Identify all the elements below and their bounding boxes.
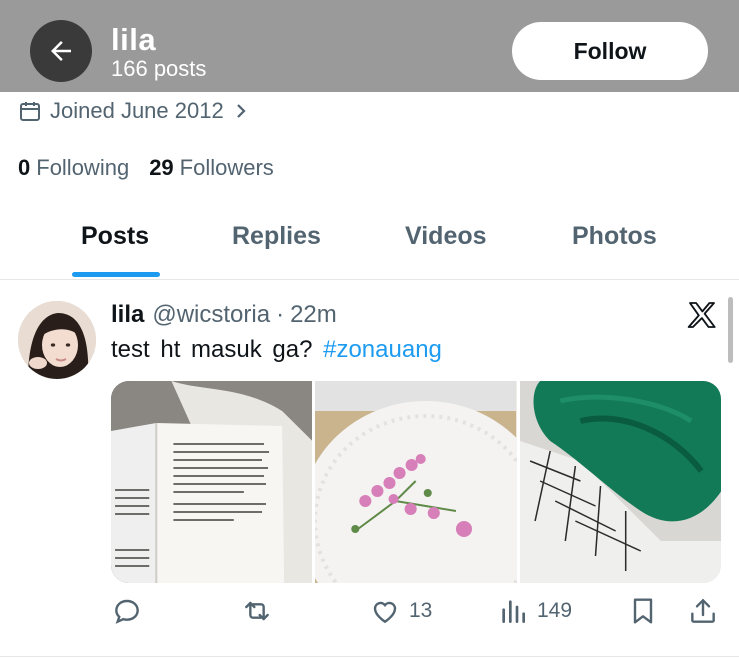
post-divider [0,656,739,657]
post-author-name[interactable]: lila [111,301,144,329]
media-photo-book[interactable] [111,381,313,583]
joined-date[interactable]: Joined June 2012 [18,98,250,124]
like-icon [373,601,397,624]
joined-label: Joined June 2012 [50,98,224,123]
followers-count: 29 [149,155,174,180]
profile-stats: 0 Following 29 Followers [18,155,294,181]
media-photo-green-cloth[interactable] [519,381,721,583]
post-header: lila @wicstoria · 22m [111,301,337,329]
post-media-grid [111,381,721,583]
bookmark-icon [633,598,653,624]
post-item[interactable]: lila @wicstoria · 22m test ht masuk ga? … [0,281,739,658]
post-text: test ht masuk ga? #zonauang [111,336,442,364]
reply-icon [115,599,139,624]
following-label: Following [36,155,130,180]
share-button[interactable] [687,595,719,627]
header-post-count: 166 posts [111,56,207,81]
tab-videos[interactable]: Videos [405,222,487,251]
tab-photos[interactable]: Photos [572,222,657,251]
views-icon [502,600,525,623]
following-count: 0 [18,155,31,180]
post-separator: · [276,301,285,328]
post-hashtag[interactable]: #zonauang [323,336,442,363]
tab-replies[interactable]: Replies [232,222,321,251]
active-tab-indicator [72,272,160,277]
followers-label: Followers [179,155,274,180]
bookmark-button[interactable] [627,595,659,627]
repost-icon [245,601,269,621]
media-photo-flowers[interactable] [315,381,517,583]
x-logo-icon[interactable] [686,299,718,331]
views-button[interactable]: 149 [497,595,572,627]
post-author-handle[interactable]: @wicstoria [152,301,270,329]
post-body: test ht masuk ga? [111,336,313,363]
post-actions: 13 149 [111,593,721,633]
scrollbar[interactable] [728,297,733,363]
post-timestamp[interactable]: 22m [290,301,337,329]
profile-tabs: Posts Replies Videos Photos [0,204,739,280]
avatar[interactable] [18,301,96,379]
profile-header: lila 166 posts Follow [0,0,739,92]
calendar-icon [20,102,40,121]
back-button[interactable] [30,20,92,82]
header-profile-name: lila [111,22,157,57]
followers-link[interactable]: 29 Followers [149,155,274,181]
follow-button[interactable]: Follow [512,22,708,80]
share-icon [691,599,715,623]
avatar-image [18,301,96,379]
following-link[interactable]: 0 Following [18,155,129,181]
back-arrow-icon [51,41,71,61]
tab-posts[interactable]: Posts [81,222,149,251]
chevron-right-icon [236,104,246,118]
views-count: 149 [537,599,573,622]
repost-button[interactable] [241,595,281,627]
like-button[interactable]: 13 [369,595,432,627]
reply-button[interactable] [111,595,151,627]
like-count: 13 [409,599,433,622]
